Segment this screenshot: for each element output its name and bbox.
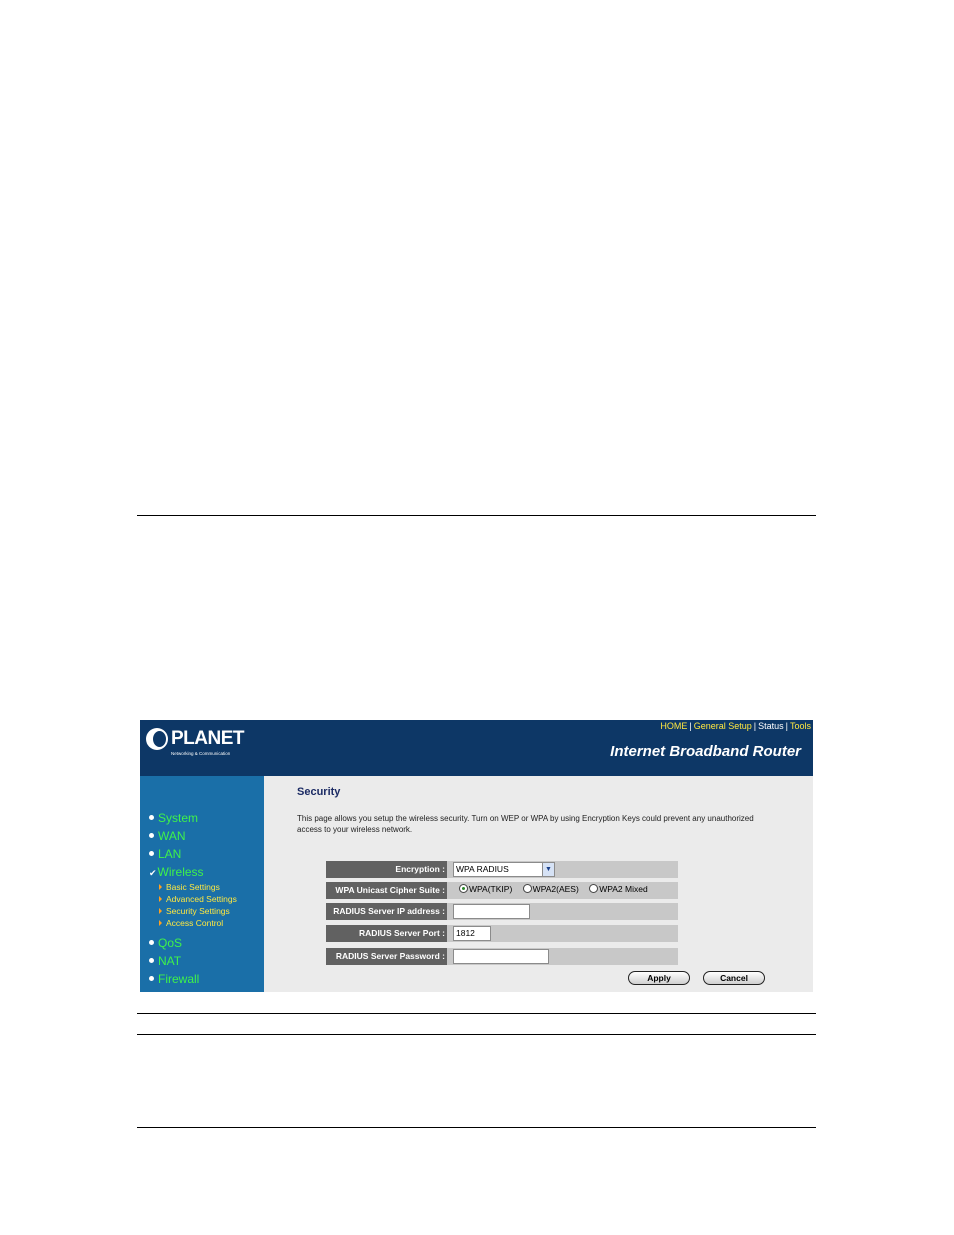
link-status[interactable]: Status	[758, 721, 784, 731]
main-content: Security This page allows you setup the …	[264, 776, 813, 992]
cipher-suite-label: WPA Unicast Cipher Suite :	[326, 882, 447, 899]
chevron-down-icon: ▼	[542, 863, 554, 876]
cancel-button[interactable]: Cancel	[703, 971, 765, 985]
arrow-right-icon	[159, 920, 162, 926]
link-tools[interactable]: Tools	[790, 721, 811, 731]
planet-logo: PLANET Networking & Communication	[146, 728, 256, 760]
arrow-right-icon	[159, 884, 162, 890]
radio-empty-icon	[522, 884, 532, 894]
top-links: HOME | General Setup | Status | Tools	[660, 721, 811, 731]
sidebar-subitem-access-control[interactable]: Access Control	[159, 918, 223, 928]
sidebar-item-firewall[interactable]: Firewall	[149, 972, 199, 986]
bullet-icon	[149, 958, 154, 964]
encryption-row: Encryption : WPA RADIUS ▼	[326, 861, 678, 878]
header-bar: PLANET Networking & Communication HOME | G…	[140, 720, 813, 776]
bullet-icon	[149, 940, 154, 946]
sidebar-item-wireless[interactable]: ✔Wireless	[149, 865, 204, 879]
sidebar-subitem-security-settings[interactable]: Security Settings	[159, 906, 230, 916]
arrow-right-icon	[159, 896, 162, 902]
radio-empty-icon	[589, 884, 599, 894]
radius-port-label: RADIUS Server Port :	[326, 925, 447, 942]
page-rule-1	[137, 1013, 816, 1014]
page-title: Security	[297, 786, 341, 798]
link-general-setup[interactable]: General Setup	[694, 721, 752, 731]
cipher-suite-row: WPA Unicast Cipher Suite : WPA(TKIP) WPA…	[326, 882, 678, 899]
apply-button[interactable]: Apply	[628, 971, 690, 985]
link-home[interactable]: HOME	[660, 721, 687, 731]
planet-logo-icon	[146, 728, 168, 750]
logo-tagline: Networking & Communication	[171, 751, 231, 756]
radius-ip-label: RADIUS Server IP address :	[326, 903, 447, 920]
radius-password-label: RADIUS Server Password :	[326, 948, 447, 965]
sidebar-subitem-advanced-settings[interactable]: Advanced Settings	[159, 894, 237, 904]
bullet-icon	[149, 833, 154, 839]
page-rule-3	[137, 1127, 816, 1128]
bullet-icon	[149, 815, 154, 821]
logo-text: PLANET	[171, 728, 245, 749]
page-description: This page allows you setup the wireless …	[297, 814, 754, 834]
radius-ip-row: RADIUS Server IP address :	[326, 903, 678, 920]
sidebar-item-nat[interactable]: NAT	[149, 954, 181, 968]
encryption-select[interactable]: WPA RADIUS ▼	[453, 862, 555, 877]
page-rule-2	[137, 1034, 816, 1035]
radius-port-row: RADIUS Server Port : 1812	[326, 925, 678, 942]
arrow-right-icon	[159, 908, 162, 914]
page-rule-top	[137, 515, 816, 516]
router-screenshot: PLANET Networking & Communication HOME | G…	[140, 720, 813, 992]
cipher-suite-options: WPA(TKIP) WPA2(AES) WPA2 Mixed	[459, 884, 656, 894]
sidebar-item-lan[interactable]: LAN	[149, 847, 181, 861]
radio-selected-icon	[459, 884, 468, 894]
sidebar-item-system[interactable]: System	[149, 811, 198, 825]
checkmark-icon: ✔	[149, 868, 157, 878]
radius-password-row: RADIUS Server Password :	[326, 948, 678, 965]
radius-ip-input[interactable]	[453, 904, 530, 919]
radio-wpa2-aes[interactable]: WPA2(AES)	[522, 884, 579, 894]
radius-port-input[interactable]: 1812	[453, 926, 491, 941]
sidebar: System WAN LAN ✔Wireless Basic Settings …	[140, 776, 264, 992]
radius-password-input[interactable]	[453, 949, 549, 964]
product-title: Internet Broadband Router	[610, 743, 801, 760]
encryption-label: Encryption :	[326, 861, 447, 878]
bullet-icon	[149, 851, 154, 857]
radio-wpa-tkip[interactable]: WPA(TKIP)	[459, 884, 512, 894]
bullet-icon	[149, 976, 154, 982]
radio-wpa2-mixed[interactable]: WPA2 Mixed	[589, 884, 648, 894]
sidebar-item-wan[interactable]: WAN	[149, 829, 186, 843]
sidebar-subitem-basic-settings[interactable]: Basic Settings	[159, 882, 220, 892]
sidebar-item-qos[interactable]: QoS	[149, 936, 182, 950]
